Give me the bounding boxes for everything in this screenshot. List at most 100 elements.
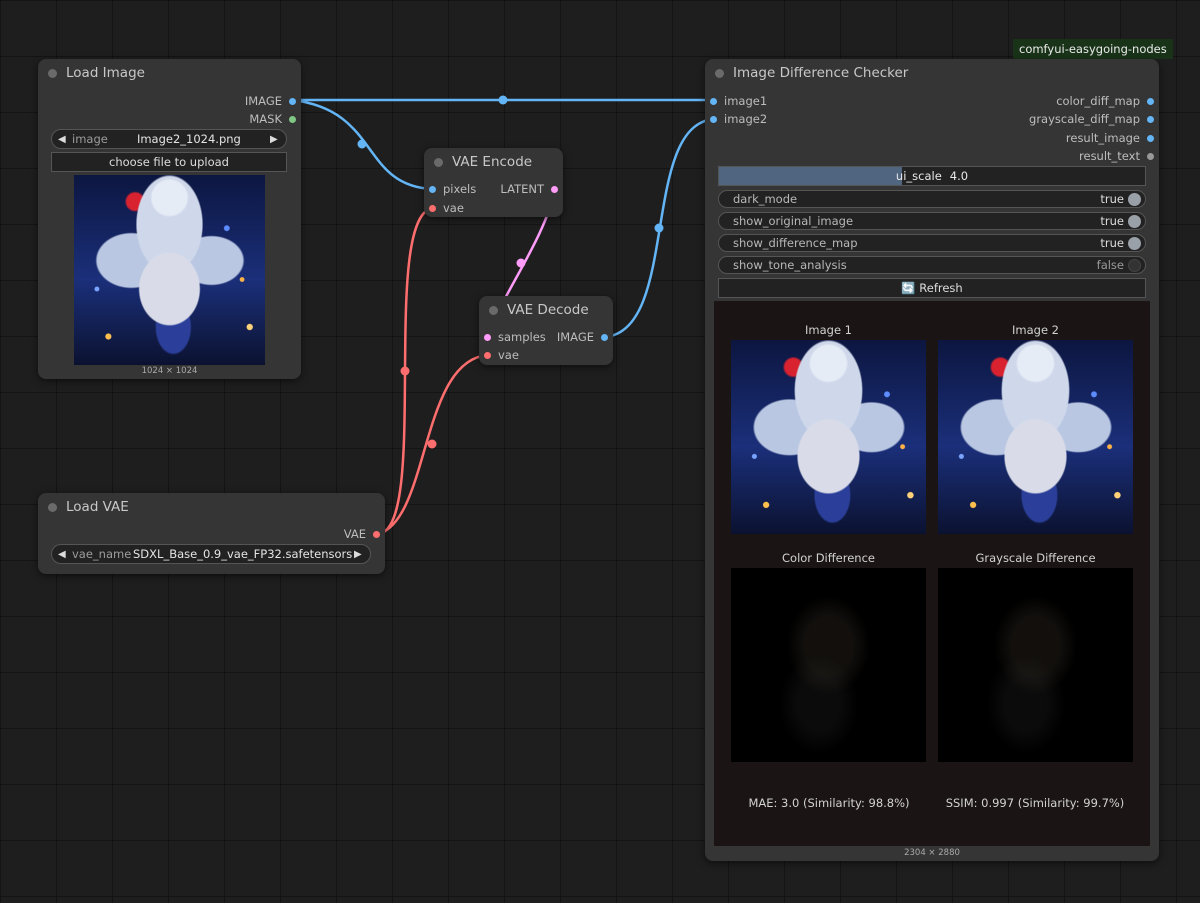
image-combo[interactable]: ◀ image Image2_1024.png ▶ [51, 129, 287, 149]
port-label: samples [498, 330, 546, 344]
combo-value: Image2_1024.png [136, 132, 241, 146]
original-image-1 [731, 340, 926, 534]
output-dot-icon[interactable] [1147, 97, 1154, 105]
input-dot-icon[interactable] [429, 204, 436, 212]
image-size-label: 1024 × 1024 [141, 366, 198, 376]
input-image1[interactable]: image1 [705, 92, 767, 110]
vae-encode-title[interactable]: VAE Encode [424, 148, 563, 176]
toggle-knob-icon[interactable] [1128, 214, 1141, 228]
vae-decode-node[interactable]: VAE Decode samples vae IMAGE [479, 296, 613, 365]
vae-encode-node[interactable]: VAE Encode pixels vae LATENT [424, 148, 563, 217]
output-dot-icon[interactable] [1147, 134, 1154, 142]
arrow-left-icon[interactable]: ◀ [58, 134, 68, 145]
wire-decode-image-to-checker-image2 [604, 117, 715, 339]
wire-image-to-vae-encode-pixels [291, 98, 433, 191]
collapse-dot-icon[interactable] [48, 502, 57, 512]
port-label: IMAGE [244, 94, 282, 108]
input-samples[interactable]: samples [479, 328, 546, 346]
wire-midpoint [357, 139, 367, 149]
toggle-label: show_tone_analysis [733, 258, 847, 272]
port-label: grayscale_diff_map [1029, 112, 1140, 126]
output-mask[interactable]: MASK [249, 110, 301, 128]
port-label: result_text [1079, 149, 1140, 163]
slider-label: ui_scale [895, 169, 942, 183]
output-grayscale-diff-map[interactable]: grayscale_diff_map [1029, 110, 1159, 128]
refresh-button[interactable]: 🔄 Refresh [718, 278, 1146, 298]
port-label: vae [443, 201, 464, 215]
vae-name-combo[interactable]: ◀ vae_name SDXL_Base_0.9_vae_FP32.safete… [51, 544, 371, 564]
combo-value: SDXL_Base_0.9_vae_FP32.safetensors [133, 547, 353, 561]
port-label: result_image [1065, 131, 1140, 145]
output-dot-icon[interactable] [289, 115, 296, 123]
load-vae-title[interactable]: Load VAE [38, 493, 385, 521]
toggle-knob-icon[interactable] [1128, 236, 1141, 250]
input-dot-icon[interactable] [710, 115, 717, 123]
output-dot-icon[interactable] [373, 530, 380, 538]
output-result-image[interactable]: result_image [1066, 129, 1159, 147]
output-result-text[interactable]: result_text [1079, 147, 1159, 165]
input-dot-icon[interactable] [429, 185, 436, 193]
image-preview [74, 175, 265, 365]
output-dot-icon[interactable] [601, 333, 608, 341]
arrow-left-icon[interactable]: ◀ [58, 549, 68, 560]
collapse-dot-icon[interactable] [715, 68, 724, 78]
caption-image-2: Image 2 [1012, 323, 1059, 337]
output-vae[interactable]: VAE [344, 525, 385, 543]
toggle-knob-icon[interactable] [1128, 258, 1141, 272]
wire-vae-to-decode [377, 353, 489, 536]
toggle-value: true [1100, 236, 1124, 250]
input-dot-icon[interactable] [484, 333, 491, 341]
port-label: image1 [724, 94, 768, 108]
node-title-text: VAE Decode [507, 302, 589, 318]
load-image-title[interactable]: Load Image [38, 59, 301, 87]
toggle-value: false [1096, 258, 1124, 272]
input-dot-icon[interactable] [710, 97, 717, 105]
wire-midpoint [516, 258, 526, 268]
input-image2[interactable]: image2 [705, 110, 767, 128]
output-image[interactable]: IMAGE [557, 328, 613, 346]
slider-text: ui_scale 4.0 [719, 167, 1145, 185]
output-latent[interactable]: LATENT [500, 180, 563, 198]
toggle-show-tone-analysis[interactable]: show_tone_analysis false [718, 256, 1146, 274]
output-dot-icon[interactable] [1147, 152, 1154, 160]
combo-label: vae_name [72, 547, 132, 561]
output-image[interactable]: IMAGE [245, 92, 301, 110]
toggle-label: show_difference_map [733, 236, 858, 250]
port-label: vae [498, 348, 519, 362]
input-dot-icon[interactable] [484, 351, 491, 359]
vae-decode-title[interactable]: VAE Decode [479, 296, 613, 324]
input-vae[interactable]: vae [479, 346, 519, 364]
toggle-show-original-image[interactable]: show_original_image true [718, 212, 1146, 230]
node-title-text: VAE Encode [452, 154, 533, 170]
mae-result: MAE: 3.0 (Similarity: 98.8%) [748, 796, 910, 810]
ssim-result: SSIM: 0.997 (Similarity: 99.7%) [945, 796, 1125, 810]
ui-scale-slider[interactable]: ui_scale 4.0 [718, 166, 1146, 186]
combo-label: image [72, 132, 108, 146]
color-difference-map [731, 568, 926, 762]
toggle-dark-mode[interactable]: dark_mode true [718, 190, 1146, 208]
caption-grayscale-difference: Grayscale Difference [975, 551, 1096, 565]
arrow-right-icon[interactable]: ▶ [354, 549, 364, 560]
output-dot-icon[interactable] [551, 185, 558, 193]
toggle-show-difference-map[interactable]: show_difference_map true [718, 234, 1146, 252]
output-dot-icon[interactable] [289, 97, 296, 105]
load-vae-node[interactable]: Load VAE VAE ◀ vae_name SDXL_Base_0.9_va… [38, 493, 385, 574]
input-vae[interactable]: vae [424, 199, 464, 217]
collapse-dot-icon[interactable] [48, 68, 57, 78]
node-pack-badge: comfyui-easygoing-nodes [1013, 39, 1173, 59]
input-pixels[interactable]: pixels [424, 180, 476, 198]
checker-title[interactable]: Image Difference Checker [705, 59, 1159, 87]
output-dot-icon[interactable] [1147, 115, 1154, 123]
image-difference-checker-node[interactable]: Image Difference Checker image1 image2 c… [705, 59, 1159, 861]
node-title-text: Image Difference Checker [733, 65, 909, 81]
node-title-text: Load VAE [66, 499, 129, 515]
port-label: pixels [443, 182, 477, 196]
arrow-right-icon[interactable]: ▶ [270, 134, 280, 145]
collapse-dot-icon[interactable] [489, 305, 498, 315]
output-color-diff-map[interactable]: color_diff_map [1056, 92, 1159, 110]
load-image-node[interactable]: Load Image IMAGE MASK ◀ image Image2_102… [38, 59, 301, 379]
toggle-knob-icon[interactable] [1128, 192, 1141, 206]
original-image-2 [938, 340, 1133, 534]
collapse-dot-icon[interactable] [434, 157, 443, 167]
upload-button[interactable]: choose file to upload [51, 152, 287, 172]
